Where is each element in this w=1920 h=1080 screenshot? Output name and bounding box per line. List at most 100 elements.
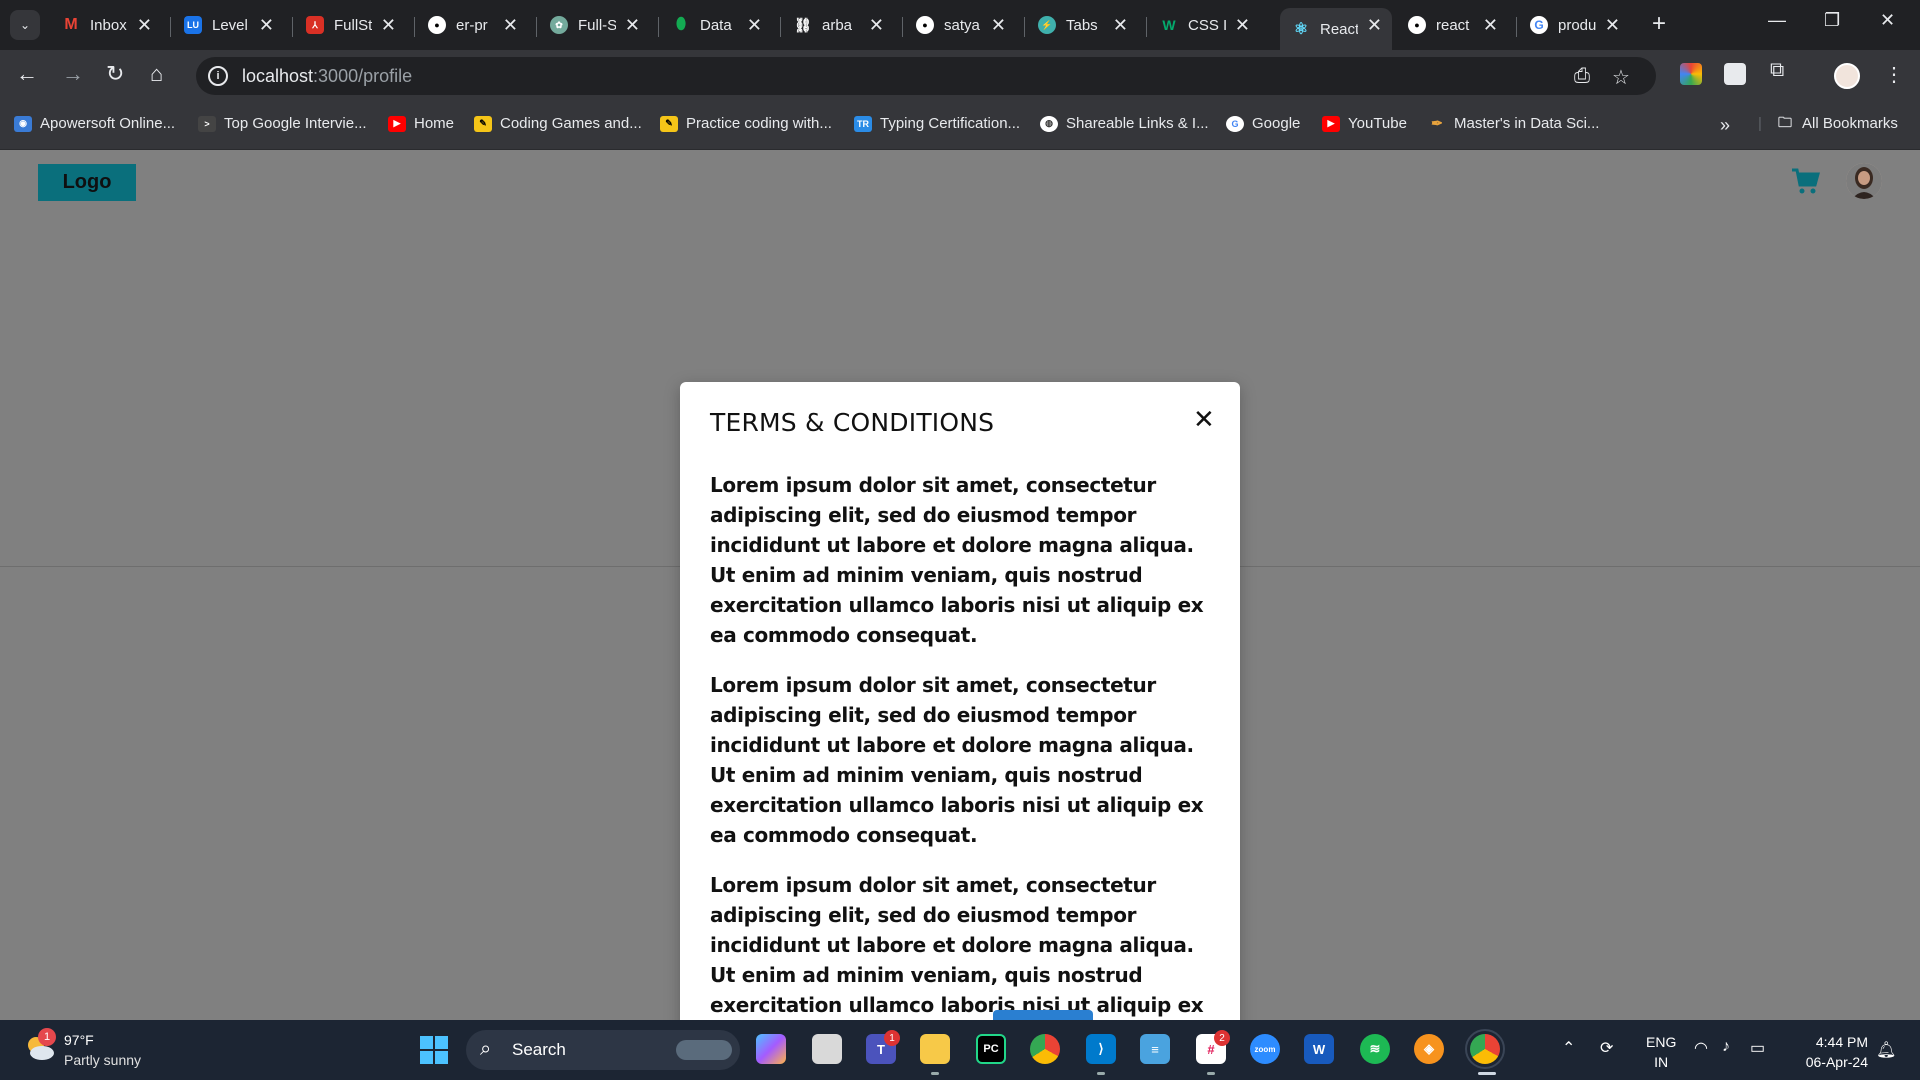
link-icon: ⛓ — [794, 16, 812, 33]
tab-level[interactable]: LU Level ✕ — [172, 8, 284, 42]
tab-full-s[interactable]: ✿ Full-S ✕ — [538, 8, 650, 42]
tab-fullstack-pdf[interactable]: ⅄ FullSt ✕ — [294, 8, 406, 42]
tab-produ[interactable]: G produ ✕ — [1518, 8, 1630, 42]
close-tab-icon[interactable]: ✕ — [1113, 15, 1128, 36]
menu-kebab-icon[interactable]: ⋮ — [1884, 62, 1904, 87]
restore-button[interactable]: ❐ — [1824, 10, 1840, 31]
more-bookmarks-button[interactable]: » — [1720, 115, 1730, 136]
bookmark-star-icon[interactable]: ☆ — [1612, 65, 1630, 90]
extensions-puzzle-icon[interactable]: ⧉ — [1770, 59, 1792, 81]
system-clock[interactable]: 4:44 PM 06-Apr-24 — [1794, 1032, 1868, 1072]
close-tab-icon[interactable]: ✕ — [1483, 15, 1498, 36]
tab-arba[interactable]: ⛓ arba ✕ — [782, 8, 894, 42]
bookmark-practice-coding[interactable]: ✎ Practice coding with... — [660, 115, 832, 132]
vscode-icon[interactable]: ⟩ — [1086, 1034, 1116, 1064]
profile-avatar[interactable] — [1834, 63, 1860, 89]
notification-bell-icon[interactable]: 🔔︎ — [1876, 1040, 1896, 1060]
task-view-icon[interactable] — [812, 1034, 842, 1064]
start-button[interactable] — [420, 1036, 448, 1064]
weather-temp[interactable]: 97°F — [64, 1032, 94, 1048]
reload-button[interactable]: ↻ — [106, 62, 124, 86]
minimize-button[interactable]: — — [1768, 10, 1786, 31]
install-app-icon[interactable]: ⎙ — [1574, 65, 1590, 88]
show-hidden-icons[interactable]: ⌃ — [1562, 1038, 1575, 1058]
close-icon: ✕ — [1880, 10, 1896, 30]
site-info-icon[interactable]: i — [208, 66, 228, 86]
tab-react-active[interactable]: ⚛ React ✕ — [1280, 8, 1392, 50]
file-explorer-icon[interactable] — [920, 1034, 950, 1064]
bookmark-label: Coding Games and... — [500, 115, 642, 132]
tab-title: react — [1436, 16, 1470, 34]
app-logo[interactable]: Logo — [38, 164, 136, 201]
chatgpt-icon: ✿ — [550, 16, 568, 34]
tab-data[interactable]: ⬮ Data ✕ — [660, 8, 772, 42]
copilot-icon[interactable] — [756, 1034, 786, 1064]
vpn-shield-icon[interactable]: ◈ — [1414, 1034, 1444, 1064]
close-tab-icon[interactable]: ✕ — [503, 15, 518, 36]
close-window-button[interactable]: ✕ — [1880, 10, 1895, 31]
user-photo-icon — [1846, 163, 1882, 199]
tab-satya[interactable]: ● satya ✕ — [904, 8, 1016, 42]
wifi-icon[interactable]: ◠ — [1694, 1038, 1708, 1058]
bookmark-home[interactable]: ▶ Home — [388, 115, 454, 132]
tab-search-button[interactable]: ⌄ — [10, 10, 40, 40]
close-tab-icon[interactable]: ✕ — [137, 15, 152, 36]
bookmark-label: Top Google Intervie... — [224, 115, 367, 132]
sync-icon[interactable]: ⟳ — [1600, 1038, 1613, 1058]
weather-desc[interactable]: Partly sunny — [64, 1052, 141, 1068]
bookmark-youtube[interactable]: ▶ YouTube — [1322, 115, 1407, 132]
forward-button[interactable]: → — [62, 62, 84, 86]
close-tab-icon[interactable]: ✕ — [381, 15, 396, 36]
color-extension-icon[interactable] — [1680, 63, 1702, 85]
language-indicator[interactable]: ENG IN — [1646, 1032, 1676, 1072]
bookmark-label: Google — [1252, 115, 1301, 132]
word-icon[interactable]: W — [1304, 1034, 1334, 1064]
arrow-left-icon: ← — [16, 61, 38, 86]
close-icon[interactable]: ✕ — [1193, 404, 1215, 435]
close-tab-icon[interactable]: ✕ — [259, 15, 274, 36]
pycharm-icon[interactable]: PC — [976, 1034, 1006, 1064]
volume-icon[interactable]: ♪ — [1722, 1038, 1730, 1056]
spotify-icon[interactable]: ≋ — [1360, 1034, 1390, 1064]
tab-title: Tabs — [1066, 16, 1098, 34]
battery-icon[interactable]: ▭ — [1750, 1038, 1765, 1058]
close-tab-icon[interactable]: ✕ — [625, 15, 640, 36]
zoom-icon[interactable]: zoom — [1250, 1034, 1280, 1064]
close-tab-icon[interactable]: ✕ — [869, 15, 884, 36]
notes-extension-icon[interactable] — [1724, 63, 1746, 85]
close-tab-icon[interactable]: ✕ — [747, 15, 762, 36]
chrome-profile-icon[interactable] — [1465, 1029, 1505, 1069]
back-button[interactable]: ← — [16, 62, 38, 86]
bookmark-masters[interactable]: ✒ Master's in Data Sci... — [1428, 115, 1599, 132]
notepad-icon[interactable]: ≡ — [1140, 1034, 1170, 1064]
bookmark-coding-games[interactable]: ✎ Coding Games and... — [474, 115, 642, 132]
bookmark-google[interactable]: G Google — [1226, 115, 1300, 132]
tab-react-github[interactable]: ● react ✕ — [1396, 8, 1508, 42]
bookmark-top-google[interactable]: > Top Google Intervie... — [198, 115, 367, 132]
bookmark-typing[interactable]: TR Typing Certification... — [854, 115, 1020, 132]
address-bar[interactable]: i localhost:3000/profile ⎙ ☆ — [196, 57, 1656, 95]
home-button[interactable]: ⌂ — [150, 62, 163, 86]
close-tab-icon[interactable]: ✕ — [1235, 15, 1250, 36]
new-tab-button[interactable]: + — [1652, 10, 1666, 38]
tab-inbox[interactable]: M Inbox ✕ — [50, 8, 162, 42]
tab-er-pr[interactable]: ● er-pr ✕ — [416, 8, 528, 42]
tab-strip: ⌄ M Inbox ✕ LU Level ✕ ⅄ FullSt ✕ ● er-p… — [0, 0, 1920, 50]
bookmark-apowersoft[interactable]: ◉ Apowersoft Online... — [14, 115, 175, 132]
bookmark-label: Practice coding with... — [686, 115, 832, 132]
tab-css[interactable]: W CSS I ✕ — [1148, 8, 1260, 42]
all-bookmarks-button[interactable]: 🗀 All Bookmarks — [1776, 114, 1898, 133]
bookmark-shareable-links[interactable]: ◍ Shareable Links & I... — [1040, 115, 1209, 132]
taskbar-search[interactable]: ⌕ Search — [466, 1030, 740, 1070]
slack-badge: 2 — [1214, 1030, 1230, 1046]
close-tab-icon[interactable]: ✕ — [1367, 15, 1382, 36]
chrome-icon[interactable] — [1030, 1034, 1060, 1064]
shopping-cart-icon[interactable] — [1790, 166, 1820, 196]
user-avatar[interactable] — [1846, 163, 1882, 199]
tab-tabs[interactable]: ⚡ Tabs ✕ — [1026, 8, 1138, 42]
google-icon: G — [1530, 16, 1548, 34]
tab-title: React — [1320, 20, 1358, 38]
close-tab-icon[interactable]: ✕ — [991, 15, 1006, 36]
close-tab-icon[interactable]: ✕ — [1605, 15, 1620, 36]
url-text[interactable]: localhost:3000/profile — [242, 66, 412, 87]
